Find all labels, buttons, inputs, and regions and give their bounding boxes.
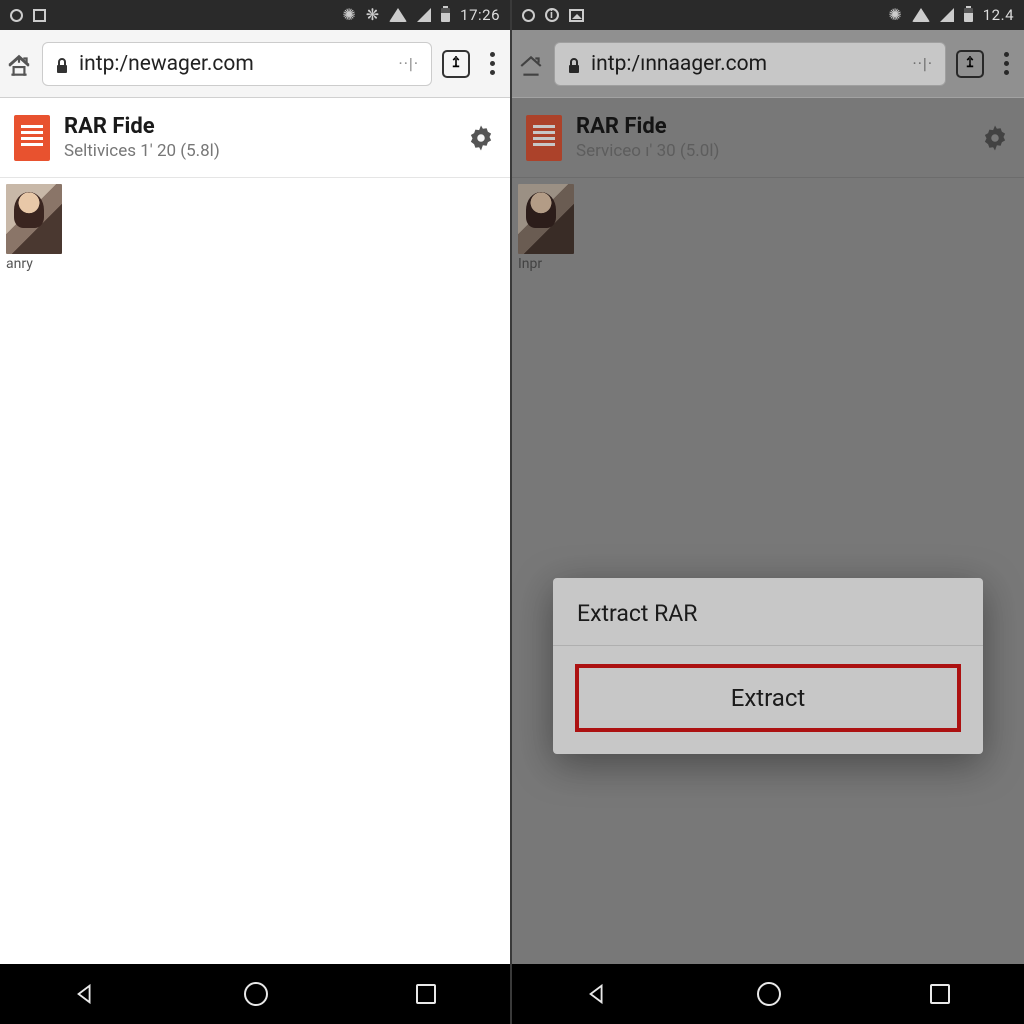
- battery-icon: [964, 8, 973, 22]
- signal-icon: [940, 8, 954, 22]
- gear-icon[interactable]: [466, 123, 496, 153]
- url-trailing-icon: ··|·: [913, 54, 933, 73]
- status-sun-icon: ✺: [888, 7, 901, 23]
- overflow-menu-icon[interactable]: [994, 52, 1018, 75]
- file-title: RAR Fide: [64, 114, 452, 139]
- status-bar: ✺ ❋ 17:26: [0, 0, 510, 30]
- browser-toolbar: intp:/newager.com ··|· ↥: [0, 30, 510, 98]
- wifi-icon: [389, 8, 407, 22]
- wifi-icon: [912, 8, 930, 22]
- status-snow-icon: ❋: [366, 7, 379, 23]
- status-sun-icon: ✺: [342, 7, 355, 23]
- signal-icon: [417, 8, 431, 22]
- overflow-menu-icon[interactable]: [480, 52, 504, 75]
- home-button[interactable]: [757, 982, 781, 1006]
- status-square-icon: [33, 9, 46, 22]
- url-text: intp:/newager.com: [79, 52, 389, 76]
- home-icon[interactable]: [518, 53, 544, 75]
- thumbnail-label: anry: [6, 256, 66, 272]
- status-o-icon: [522, 9, 535, 22]
- screenshot-right: ✺ 12.4 intp:/ınnaager.com ··|· ↥: [512, 0, 1024, 1024]
- lock-icon: [55, 56, 69, 72]
- browser-toolbar: intp:/ınnaager.com ··|· ↥: [512, 30, 1024, 98]
- thumbnail-image: [518, 184, 574, 254]
- thumbnail-image: [6, 184, 62, 254]
- file-header: RAR Fide Serviceo ı' 30 (5.0l): [512, 98, 1024, 178]
- back-button[interactable]: [586, 983, 608, 1005]
- status-clock: 12.4: [983, 6, 1014, 24]
- content-area[interactable]: anry: [0, 178, 510, 964]
- dialog-title: Extract RAR: [553, 578, 983, 646]
- status-circle-icon: [10, 9, 23, 22]
- url-trailing-icon: ··|·: [399, 54, 419, 73]
- thumbnail-item[interactable]: anry: [6, 184, 66, 272]
- android-nav-bar: [0, 964, 510, 1024]
- home-button[interactable]: [244, 982, 268, 1006]
- status-info-icon: [545, 8, 559, 22]
- url-bar[interactable]: intp:/ınnaager.com ··|·: [554, 42, 946, 86]
- thumbnail-label: Inpr: [518, 256, 578, 272]
- file-subtitle: Serviceo ı' 30 (5.0l): [576, 141, 966, 161]
- status-bar: ✺ 12.4: [512, 0, 1024, 30]
- status-clock: 17:26: [460, 6, 500, 24]
- recents-button[interactable]: [930, 984, 950, 1004]
- extract-dialog: Extract RAR Extract: [553, 578, 983, 754]
- url-text: intp:/ınnaager.com: [591, 52, 903, 76]
- document-icon: [14, 115, 50, 161]
- android-nav-bar: [512, 964, 1024, 1024]
- battery-icon: [441, 8, 450, 22]
- screenshot-left: ✺ ❋ 17:26 intp:/newager.com ··|· ↥: [0, 0, 512, 1024]
- thumbnail-item[interactable]: Inpr: [518, 184, 578, 272]
- recents-button[interactable]: [416, 984, 436, 1004]
- status-image-icon: [569, 9, 584, 22]
- file-header: RAR Fide Seltivices 1' 20 (5.8l): [0, 98, 510, 178]
- gear-icon[interactable]: [980, 123, 1010, 153]
- back-button[interactable]: [74, 983, 96, 1005]
- extract-button[interactable]: Extract: [575, 664, 961, 732]
- file-title: RAR Fide: [576, 114, 966, 139]
- url-bar[interactable]: intp:/newager.com ··|·: [42, 42, 432, 86]
- content-area: Inpr Extract RAR Extract: [512, 178, 1024, 964]
- lock-icon: [567, 56, 581, 72]
- tabs-icon[interactable]: ↥: [442, 50, 470, 78]
- file-subtitle: Seltivices 1' 20 (5.8l): [64, 141, 452, 161]
- modal-overlay: Extract RAR Extract: [512, 178, 1024, 964]
- tabs-icon[interactable]: ↥: [956, 50, 984, 78]
- document-icon: [526, 115, 562, 161]
- home-icon[interactable]: [6, 53, 32, 75]
